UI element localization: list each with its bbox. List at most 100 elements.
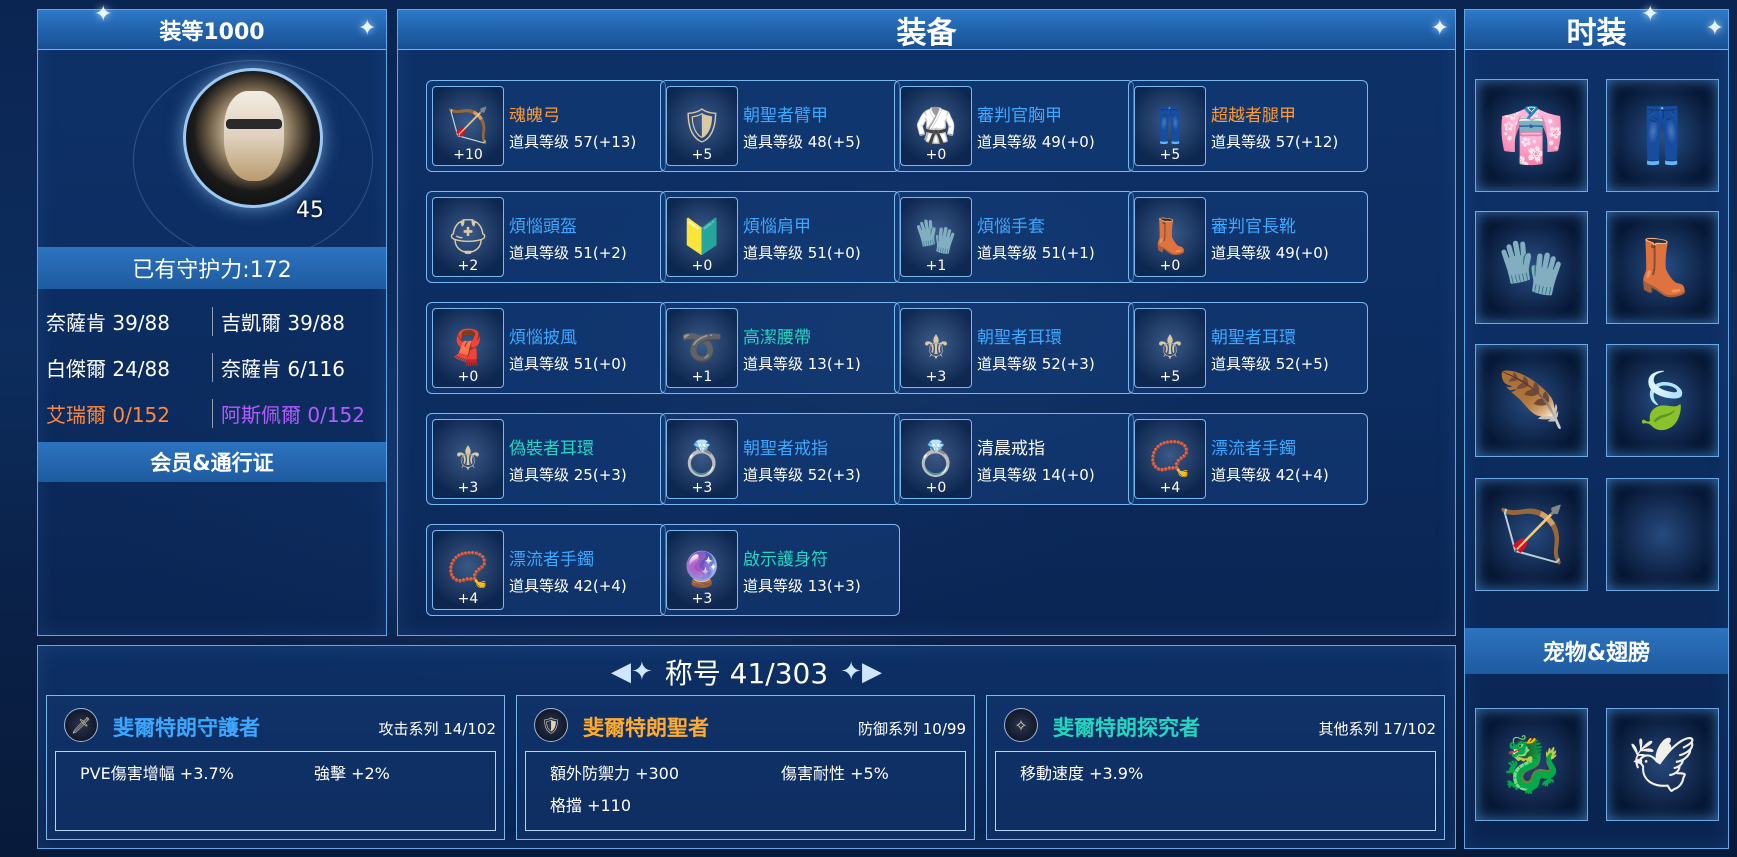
member-pass-button[interactable]: 会员&通行证	[38, 442, 386, 482]
item-level: 道具等级 25(+3)	[509, 466, 627, 484]
enhance-level: +2	[457, 258, 479, 274]
enhance-level: +5	[1159, 369, 1181, 385]
fashion-chest-icon[interactable]: 👘	[1475, 79, 1588, 192]
title-name: 斐爾特朗探究者	[1053, 716, 1200, 740]
pet-icon[interactable]: 🐉	[1475, 708, 1588, 821]
pet-wings-label: 宠物&翅膀	[1542, 641, 1651, 666]
stat-row: 奈薩肯 39/88 吉凱爾 39/88	[46, 298, 378, 344]
avatar-mask	[226, 119, 282, 129]
item-level: 道具等级 42(+4)	[509, 577, 627, 595]
sword-emblem-icon: 🗡	[64, 708, 98, 742]
item-name: 煩惱肩甲	[743, 217, 811, 237]
item-level: 装等1000	[159, 19, 265, 45]
stat-nesakan: 奈薩肯 39/88	[46, 310, 170, 335]
item-level: 道具等级 49(+0)	[977, 133, 1095, 151]
title-effect: 移動速度 +3.9%	[1020, 764, 1144, 783]
item-level: 道具等级 13(+1)	[743, 355, 861, 373]
stat-row: 白傑爾 24/88 奈薩肯 6/116	[46, 344, 378, 390]
title-series: 其他系列 17/102	[1318, 720, 1436, 738]
enhance-level: +4	[457, 591, 479, 607]
enhance-level: +1	[925, 258, 947, 274]
equipment-slot[interactable]: 💍 +0 清晨戒指 道具等级 14(+0)	[894, 413, 1134, 505]
fashion-gloves-icon[interactable]: 🧤	[1475, 211, 1588, 324]
equipment-slot[interactable]: ⚜ +3 朝聖者耳環 道具等级 52(+3)	[894, 302, 1134, 394]
equipment-slot[interactable]: 📿 +4 漂流者手鐲 道具等级 42(+4)	[1128, 413, 1368, 505]
guardian-stats: 奈薩肯 39/88 吉凱爾 39/88 白傑爾 24/88 奈薩肯 6/116 …	[46, 298, 378, 436]
item-name: 朝聖者耳環	[977, 328, 1062, 348]
equipment-slot[interactable]: ➰ +1 高潔腰帶 道具等级 13(+1)	[660, 302, 900, 394]
equipment-slot[interactable]: 👢 +0 審判官長靴 道具等级 49(+0)	[1128, 191, 1368, 283]
prev-arrow-icon[interactable]: ◀✦	[611, 657, 653, 687]
item-name: 朝聖者耳環	[1211, 328, 1296, 348]
title-card-attack[interactable]: 🗡 斐爾特朗守護者 攻击系列 14/102 PVE傷害增幅 +3.7% 強擊 +…	[46, 695, 505, 840]
fashion-boots-icon[interactable]: 👢	[1606, 211, 1719, 324]
fashion-pants-icon[interactable]: 👖	[1606, 79, 1719, 192]
fashion-panel: 时装 ✦ ✦ 👘 👖 🧤 👢 🪶 🍃 🏹 宠物&翅膀 🐉 🕊	[1464, 2, 1729, 849]
fashion-weapon-icon[interactable]: 🏹	[1475, 478, 1588, 591]
equipment-slot[interactable]: 🛡 +5 朝聖者臂甲 道具等级 48(+5)	[660, 80, 900, 172]
title-effects: 移動速度 +3.9%	[995, 751, 1436, 831]
avatar[interactable]	[183, 68, 323, 208]
enhance-level: +3	[691, 480, 713, 496]
item-name: 啟示護身符	[743, 550, 828, 570]
equipment-panel: 装备 ✦ 🏹 +10 魂魄弓 道具等级 57(+13) 🛡 +5 朝聖者臂甲 道具等级 48(…	[397, 9, 1456, 636]
title-effects: 額外防禦力 +300 傷害耐性 +5% 格擋 +110	[525, 751, 966, 831]
item-level: 道具等级 14(+0)	[977, 466, 1095, 484]
titles-count: 称号 41/303	[664, 657, 829, 690]
profile-panel: 装等1000 ✦ ✦ 45 已有守护力:172 奈薩肯 39/88 吉凱爾 39…	[37, 2, 387, 636]
equipment-slot[interactable]: 🧤 +1 煩惱手套 道具等级 51(+1)	[894, 191, 1134, 283]
title-series: 攻击系列 14/102	[378, 720, 496, 738]
equipment-slot[interactable]: ⚜ +3 偽裝者耳環 道具等级 25(+3)	[426, 413, 666, 505]
equipment-slot[interactable]: ⛑ +2 煩惱頭盔 道具等级 51(+2)	[426, 191, 666, 283]
item-name: 漂流者手鐲	[509, 550, 594, 570]
sparkle-icon: ✦	[358, 16, 377, 41]
title-card-other[interactable]: ✧ 斐爾特朗探究者 其他系列 17/102 移動速度 +3.9%	[986, 695, 1445, 840]
sparkle-icon: ✦	[1705, 16, 1724, 41]
item-name: 煩惱手套	[977, 217, 1045, 237]
enhance-level: +1	[691, 369, 713, 385]
fashion-wing-accessory-icon[interactable]: 🪶	[1475, 344, 1588, 457]
item-name: 漂流者手鐲	[1211, 439, 1296, 459]
equipment-slot[interactable]: 💍 +3 朝聖者戒指 道具等级 52(+3)	[660, 413, 900, 505]
fashion-title: 时装	[1566, 15, 1627, 51]
title-effect: 傷害耐性 +5%	[781, 764, 889, 783]
equipment-slot[interactable]: 🔮 +3 啟示護身符 道具等级 13(+3)	[660, 524, 900, 616]
equipment-slot[interactable]: 🔰 +0 煩惱肩甲 道具等级 51(+0)	[660, 191, 900, 283]
equipment-slot[interactable]: 🥋 +0 審判官胸甲 道具等级 49(+0)	[894, 80, 1134, 172]
enhance-level: +0	[457, 369, 479, 385]
fashion-empty-slot[interactable]	[1606, 478, 1719, 591]
enhance-level: +3	[691, 591, 713, 607]
item-name: 清晨戒指	[977, 439, 1045, 459]
stat-aspel: 阿斯佩爾 0/152	[212, 398, 378, 428]
equipment-slot[interactable]: 🏹 +10 魂魄弓 道具等级 57(+13)	[426, 80, 666, 172]
item-name: 魂魄弓	[509, 106, 560, 126]
item-name: 高潔腰帶	[743, 328, 811, 348]
equipment-header: 装备	[398, 10, 1455, 51]
equipment-slot[interactable]: ⚜ +5 朝聖者耳環 道具等级 52(+5)	[1128, 302, 1368, 394]
enhance-level: +3	[925, 369, 947, 385]
title-effect: 額外防禦力 +300	[550, 764, 680, 783]
character-level: 45	[296, 198, 324, 223]
next-arrow-icon[interactable]: ✦▶	[840, 657, 882, 687]
item-level: 道具等级 51(+1)	[977, 244, 1095, 262]
item-name: 審判官胸甲	[977, 106, 1062, 126]
member-pass-label: 会员&通行证	[150, 451, 274, 475]
star-emblem-icon: ✧	[1004, 708, 1038, 742]
wings-icon[interactable]: 🕊	[1606, 708, 1719, 821]
equipment-slot[interactable]: 📿 +4 漂流者手鐲 道具等级 42(+4)	[426, 524, 666, 616]
equipment-slot[interactable]: 👖 +5 超越者腿甲 道具等级 57(+12)	[1128, 80, 1368, 172]
sparkle-icon: ✦	[1430, 16, 1449, 41]
stat-row: 艾瑞爾 0/152 阿斯佩爾 0/152	[46, 390, 378, 436]
equipment-slot[interactable]: 🧣 +0 煩惱披風 道具等级 51(+0)	[426, 302, 666, 394]
enhance-level: +0	[691, 258, 713, 274]
item-level: 道具等级 51(+2)	[509, 244, 627, 262]
item-name: 煩惱披風	[509, 328, 577, 348]
fashion-feather-accessory-icon[interactable]: 🍃	[1606, 344, 1719, 457]
item-level: 道具等级 42(+4)	[1211, 466, 1329, 484]
enhance-level: +5	[691, 147, 713, 163]
title-card-defense[interactable]: 🛡 斐爾特朗聖者 防御系列 10/99 額外防禦力 +300 傷害耐性 +5% …	[516, 695, 975, 840]
item-level: 道具等级 57(+12)	[1211, 133, 1339, 151]
title-name: 斐爾特朗聖者	[583, 716, 709, 740]
enhance-level: +5	[1159, 147, 1181, 163]
title-effect: 強擊 +2%	[314, 764, 390, 783]
